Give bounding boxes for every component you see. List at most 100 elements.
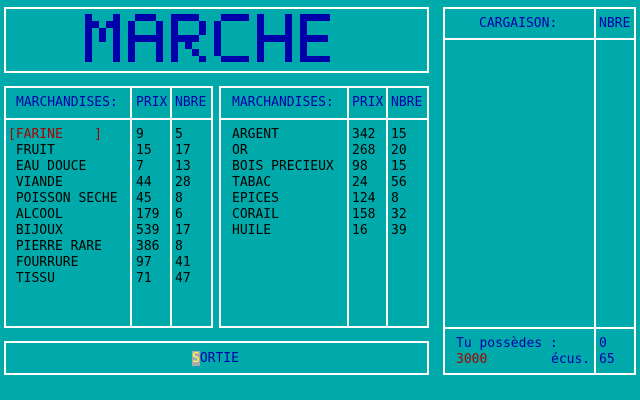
title-pixel (171, 42, 178, 49)
goods-item[interactable]: [FARINE ] (8, 127, 118, 143)
goods-count: 15 (391, 127, 407, 142)
title-pixel (185, 14, 192, 21)
goods-item[interactable]: PIERRE RARE (8, 239, 118, 255)
title-pixel (300, 35, 307, 42)
goods-price: 24 (352, 175, 368, 190)
title-pixel (278, 35, 285, 42)
title-pixel (106, 21, 113, 28)
title-pixel (92, 21, 99, 28)
title-pixel (185, 35, 192, 42)
title-pixel (214, 21, 221, 28)
title-pixel (85, 49, 92, 56)
goods-price: 15 (136, 143, 152, 158)
title-pixel (156, 56, 163, 62)
goods-item[interactable]: TISSU (8, 271, 118, 287)
title-pixel (113, 28, 120, 35)
goods-count: 13 (175, 159, 191, 174)
title-pixel (328, 14, 330, 21)
title-pixel (192, 14, 199, 21)
wallet-amount: 3000 (456, 352, 488, 367)
title-pixel (221, 56, 228, 62)
cargo-footer-divider (443, 327, 636, 329)
goods-price: 268 (352, 143, 376, 158)
title-pixel (171, 28, 178, 35)
title-pixel (214, 35, 221, 42)
goods-price: 7 (136, 159, 144, 174)
cargo-header: CARGAISON: (479, 16, 558, 31)
title-pixel (99, 35, 106, 42)
title-pixel (171, 56, 178, 62)
goods-item[interactable]: ARGENT (232, 127, 334, 143)
cargo-panel (443, 7, 636, 375)
title-pixel (214, 28, 221, 35)
goods-price: 342 (352, 127, 376, 142)
title-pixel (128, 21, 135, 28)
wallet-currency: écus. (551, 352, 591, 367)
title-pixel (271, 35, 278, 42)
title-pixel (314, 56, 321, 62)
cargo-count-header: NBRE (599, 16, 631, 31)
title-pixel (128, 28, 135, 35)
goods-item[interactable]: FRUIT (8, 143, 118, 159)
exit-button[interactable]: SORTIE (4, 341, 429, 375)
goods-item[interactable]: OR (232, 143, 334, 159)
title-pixel (171, 14, 178, 21)
title-pixel (142, 35, 149, 42)
exit-label: SORTIE (192, 351, 239, 367)
goods-item[interactable]: EAU DOUCE (8, 159, 118, 175)
title-pixel (156, 42, 163, 49)
title-pixel (285, 42, 292, 49)
goods-count: 39 (391, 223, 407, 238)
title-pixel (113, 56, 120, 62)
right-col-divider-2 (386, 86, 388, 328)
goods-item[interactable]: EPICES (232, 191, 334, 207)
title-pixel (300, 28, 307, 35)
title-pixel (113, 21, 120, 28)
title-pixel (285, 49, 292, 56)
title-pixel (285, 56, 292, 62)
goods-item[interactable]: FOURRURE (8, 255, 118, 271)
goods-item[interactable]: BOIS PRECIEUX (232, 159, 334, 175)
title-pixel (257, 14, 264, 21)
title-pixel (199, 56, 206, 62)
title-pixel (149, 35, 156, 42)
goods-item[interactable]: VIANDE (8, 175, 118, 191)
title-pixel (128, 56, 135, 62)
left-count-column: 5 17 13 28 8 6 17 8 41 47 (175, 127, 191, 287)
title-pixel (242, 56, 249, 62)
goods-item[interactable]: CORAIL (232, 207, 334, 223)
cargo-header-divider (443, 38, 636, 40)
left-col-divider-2 (170, 86, 172, 328)
title-pixel (235, 14, 242, 21)
title-pixel (85, 42, 92, 49)
title-pixel (156, 28, 163, 35)
goods-count: 5 (175, 127, 183, 142)
left-price-column: 9 15 7 44 45 179 539 386 97 71 (136, 127, 159, 287)
goods-price: 158 (352, 207, 376, 222)
title-pixel (314, 14, 321, 21)
title-pixel (85, 28, 92, 35)
title-pixel (128, 35, 135, 42)
title-pixel (257, 35, 264, 42)
goods-count: 6 (175, 207, 183, 222)
title-pixel (113, 14, 120, 21)
goods-item[interactable]: HUILE (232, 223, 334, 239)
title-pixel (321, 56, 328, 62)
goods-count: 20 (391, 143, 407, 158)
title-pixel (300, 49, 307, 56)
title-pixel (199, 21, 206, 28)
goods-count: 17 (175, 223, 191, 238)
title-pixel (149, 14, 156, 21)
title-pixel (257, 21, 264, 28)
title-pixel (235, 56, 242, 62)
goods-price: 45 (136, 191, 152, 206)
goods-item[interactable]: ALCOOL (8, 207, 118, 223)
goods-item[interactable]: POISSON SECHE (8, 191, 118, 207)
left-header-divider (4, 118, 213, 120)
goods-item[interactable]: BIJOUX (8, 223, 118, 239)
goods-price: 124 (352, 191, 376, 206)
goods-item[interactable]: TABAC (232, 175, 334, 191)
title-pixel (300, 56, 307, 62)
title-pixel (142, 14, 149, 21)
title-pixel (128, 49, 135, 56)
